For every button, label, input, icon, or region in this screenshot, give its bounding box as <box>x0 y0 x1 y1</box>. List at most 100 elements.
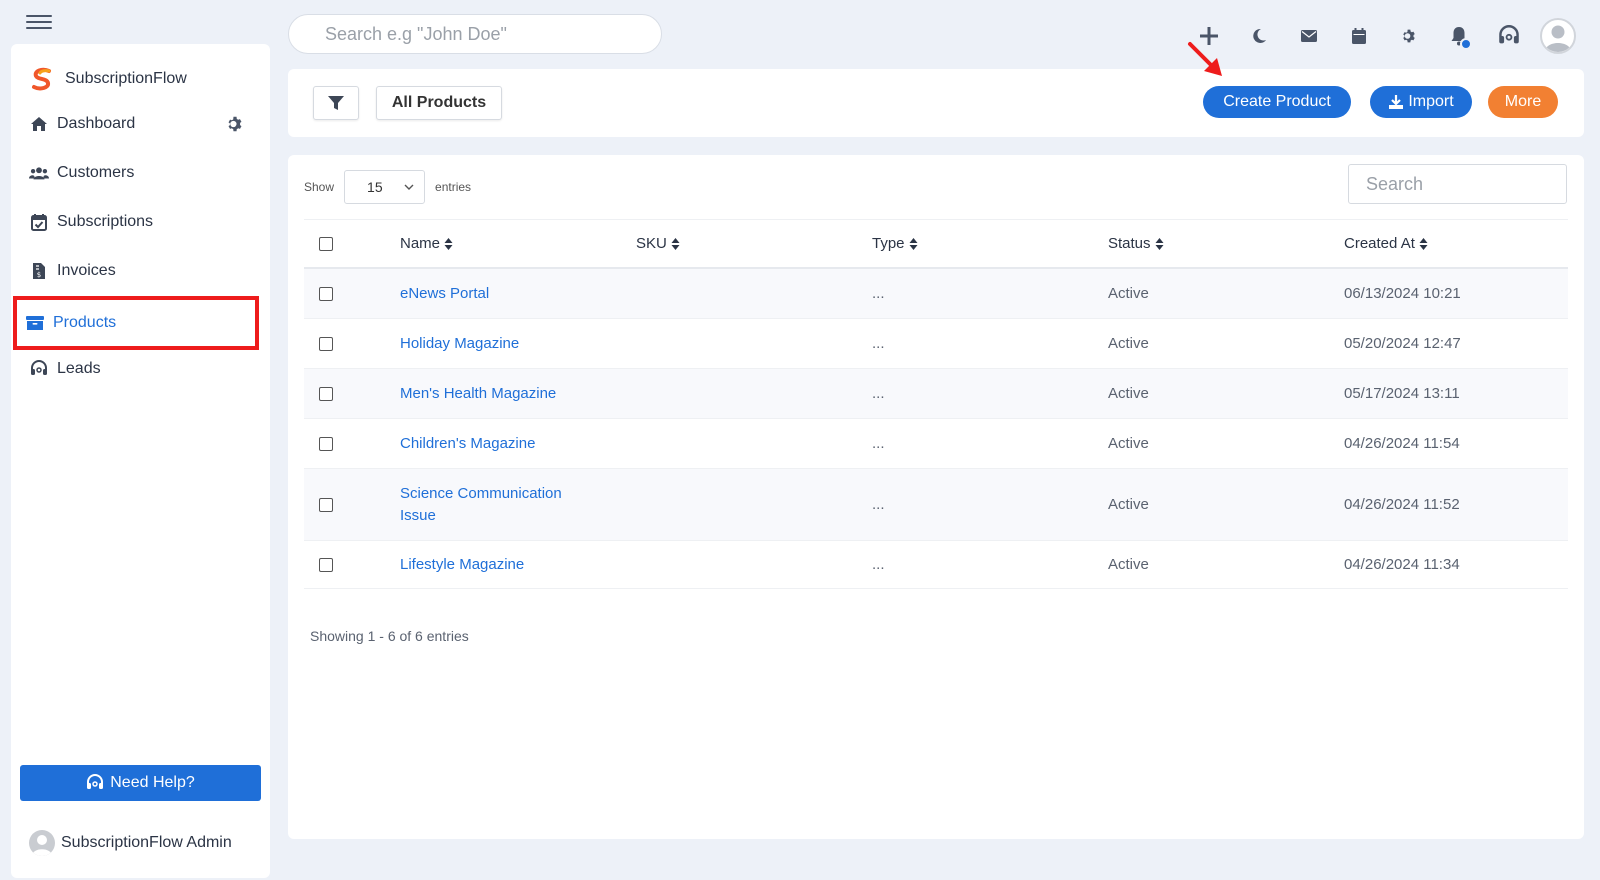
product-status: Active <box>1108 495 1149 513</box>
sidebar: SubscriptionFlow Dashboard Customers Sub… <box>11 44 270 878</box>
column-label: SKU <box>636 235 667 252</box>
sidebar-item-customers[interactable]: Customers <box>19 151 257 195</box>
product-name-link[interactable]: Holiday Magazine <box>400 335 519 352</box>
table-header: Name SKU Type Status Created At <box>304 219 1568 269</box>
calendar-check-icon <box>29 212 49 232</box>
sidebar-item-invoices[interactable]: $ Invoices <box>19 249 257 293</box>
entries-value: 15 <box>367 179 383 195</box>
row-checkbox[interactable] <box>319 336 333 351</box>
moon-icon[interactable] <box>1234 20 1284 52</box>
entries-length-control: Show 15 entries <box>304 170 471 204</box>
import-button[interactable]: Import <box>1370 86 1472 118</box>
sort-icon <box>671 237 680 250</box>
table-row: Holiday Magazine ... Active 05/20/2024 1… <box>304 319 1568 369</box>
sidebar-item-label: Customers <box>57 164 135 181</box>
product-created-at: 04/26/2024 11:52 <box>1344 495 1460 513</box>
sidebar-item-label: Subscriptions <box>57 213 154 230</box>
subscriptionflow-logo <box>32 67 51 91</box>
table-search-input[interactable] <box>1348 164 1567 204</box>
table-body: eNews Portal ... Active 06/13/2024 10:21… <box>304 269 1568 589</box>
row-checkbox[interactable] <box>319 497 333 512</box>
import-label: Import <box>1408 93 1454 110</box>
sort-icon <box>444 237 453 250</box>
row-checkbox[interactable] <box>319 557 333 572</box>
sidebar-item-label: Dashboard <box>57 115 136 132</box>
column-header-status[interactable]: Status <box>1108 235 1344 252</box>
brand[interactable]: SubscriptionFlow <box>29 66 187 92</box>
select-all-checkbox[interactable] <box>319 236 333 251</box>
product-name-link[interactable]: Children's Magazine <box>400 435 535 452</box>
products-toolbar: All Products Create Product Import More <box>288 69 1584 137</box>
products-table: Name SKU Type Status Created At eNews Po… <box>304 219 1568 589</box>
product-type: ... <box>872 555 885 573</box>
admin-name: SubscriptionFlow Admin <box>61 834 232 851</box>
product-created-at: 04/26/2024 11:34 <box>1344 555 1460 573</box>
gear-icon[interactable] <box>226 115 244 133</box>
bell-icon[interactable] <box>1434 20 1484 52</box>
invoice-icon: $ <box>29 261 49 281</box>
need-help-button[interactable]: Need Help? <box>20 765 261 801</box>
home-icon <box>29 114 49 134</box>
entries-label: entries <box>435 180 472 194</box>
column-header-type[interactable]: Type <box>872 235 1108 252</box>
products-table-card: Show 15 entries Name SKU Type Status Cre… <box>288 155 1584 839</box>
product-name-link[interactable]: Science Communication Issue <box>400 483 580 527</box>
row-checkbox[interactable] <box>319 436 333 451</box>
product-name-link[interactable]: Lifestyle Magazine <box>400 556 524 573</box>
column-header-name[interactable]: Name <box>400 235 636 252</box>
entries-select[interactable]: 15 <box>344 170 426 204</box>
product-name-link[interactable]: eNews Portal <box>400 285 489 302</box>
mail-icon[interactable] <box>1284 20 1334 52</box>
gear-icon[interactable] <box>1384 20 1434 52</box>
sort-icon <box>1419 237 1428 250</box>
column-header-created-at[interactable]: Created At <box>1344 235 1568 252</box>
headset-icon[interactable] <box>1484 20 1534 52</box>
sidebar-item-dashboard[interactable]: Dashboard <box>19 102 257 146</box>
sidebar-item-subscriptions[interactable]: Subscriptions <box>19 200 257 244</box>
product-type: ... <box>872 434 885 452</box>
header-actions <box>1184 18 1576 54</box>
product-status: Active <box>1108 555 1149 573</box>
product-created-at: 05/17/2024 13:11 <box>1344 384 1460 402</box>
column-label: Status <box>1108 235 1151 252</box>
column-label: Name <box>400 235 441 252</box>
create-product-button[interactable]: Create Product <box>1203 86 1351 118</box>
user-avatar[interactable] <box>1540 18 1576 54</box>
filter-button[interactable] <box>313 86 359 120</box>
calendar-icon[interactable] <box>1334 20 1384 52</box>
product-status: Active <box>1108 384 1149 402</box>
table-info-text: Showing 1 - 6 of 6 entries <box>310 628 469 644</box>
global-search-input[interactable] <box>288 14 662 54</box>
menu-toggle-icon[interactable] <box>26 12 52 32</box>
product-created-at: 05/20/2024 12:47 <box>1344 334 1461 352</box>
notification-dot <box>1460 38 1472 50</box>
sidebar-item-leads[interactable]: Leads <box>19 347 257 391</box>
download-icon <box>1389 95 1404 109</box>
admin-profile[interactable]: SubscriptionFlow Admin <box>29 830 232 856</box>
table-row: Children's Magazine ... Active 04/26/202… <box>304 419 1568 469</box>
sidebar-item-label: Products <box>53 314 117 331</box>
column-label: Created At <box>1344 235 1415 252</box>
sidebar-item-label: Invoices <box>57 262 116 279</box>
chevron-down-icon <box>404 184 414 190</box>
all-products-button[interactable]: All Products <box>376 86 502 120</box>
brand-name: SubscriptionFlow <box>65 70 187 87</box>
product-type: ... <box>872 284 885 302</box>
row-checkbox[interactable] <box>319 286 333 301</box>
row-checkbox[interactable] <box>319 386 333 401</box>
product-status: Active <box>1108 284 1149 302</box>
product-type: ... <box>872 334 885 352</box>
product-name-link[interactable]: Men's Health Magazine <box>400 385 556 402</box>
table-row: eNews Portal ... Active 06/13/2024 10:21 <box>304 269 1568 319</box>
headset-icon <box>29 359 49 379</box>
sidebar-item-products[interactable]: Products <box>13 296 259 350</box>
product-status: Active <box>1108 434 1149 452</box>
sort-icon <box>909 237 918 250</box>
users-icon <box>29 163 49 183</box>
column-header-sku[interactable]: SKU <box>636 235 872 252</box>
table-row: Lifestyle Magazine ... Active 04/26/2024… <box>304 541 1568 589</box>
product-created-at: 06/13/2024 10:21 <box>1344 284 1461 302</box>
more-button[interactable]: More <box>1488 86 1558 118</box>
need-help-label: Need Help? <box>110 774 195 791</box>
sidebar-item-label: Leads <box>57 360 101 377</box>
